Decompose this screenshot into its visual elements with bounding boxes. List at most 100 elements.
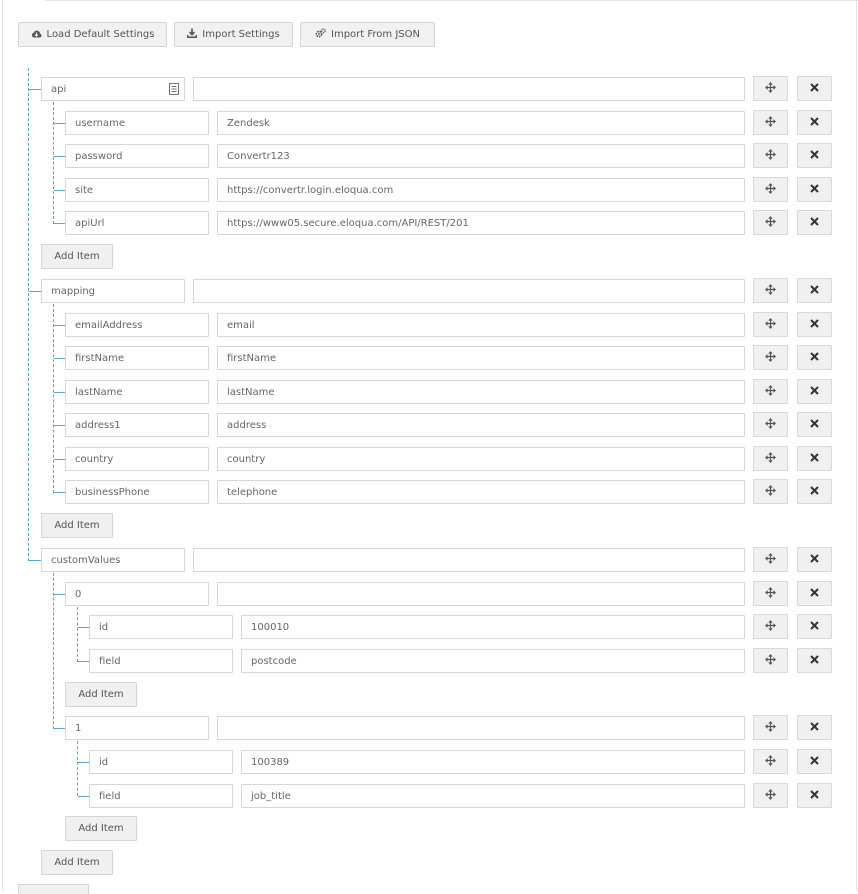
remove-button-username[interactable] [797,110,832,135]
remove-button-item-1-field[interactable] [797,783,832,808]
move-button-emailaddress[interactable] [753,312,788,337]
move-button-item-1-id[interactable] [753,749,788,774]
value-text: country [227,453,266,465]
remove-button-api[interactable] [797,76,832,101]
key-field-item-0-id[interactable]: id [89,615,233,639]
value-text: Zendesk [227,117,270,129]
add-item-button-item-1[interactable]: Add Item [65,816,137,841]
key-field-firstname[interactable]: firstName [65,346,209,370]
move-button-site[interactable] [753,177,788,202]
add-item-button-api[interactable]: Add Item [41,244,113,269]
remove-button-apiurl[interactable] [797,210,832,235]
value-field-item-0-field[interactable]: postcode [241,649,745,673]
move-button-item-1[interactable] [753,715,788,740]
move-button-mapping[interactable] [753,278,788,303]
value-field-item-1-field[interactable]: job_title [241,784,745,808]
value-field-address1[interactable]: address [217,413,745,437]
remove-button-item-1[interactable] [797,715,832,740]
download-icon [187,28,198,41]
move-button-apiurl[interactable] [753,210,788,235]
value-field-firstname[interactable]: firstName [217,346,745,370]
remove-button-item-0-field[interactable] [797,648,832,673]
value-field-item-1-id[interactable]: 100389 [241,750,745,774]
import-from-json-button[interactable]: Import From JSON [300,22,435,47]
remove-button-password[interactable] [797,143,832,168]
close-icon [810,587,819,600]
move-button-lastname[interactable] [753,379,788,404]
key-field-password[interactable]: password [65,144,209,168]
move-button-country[interactable] [753,446,788,471]
key-label: username [75,117,125,129]
key-label: firstName [75,352,125,364]
move-button-item-0-id[interactable] [753,614,788,639]
value-field-item-0[interactable] [217,582,745,606]
value-field-customvalues[interactable] [193,548,745,572]
key-field-item-1-field[interactable]: field [89,784,233,808]
move-button-businessphone[interactable] [753,479,788,504]
add-item-button-mapping[interactable]: Add Item [41,513,113,538]
remove-button-businessphone[interactable] [797,479,832,504]
move-button-username[interactable] [753,110,788,135]
value-field-username[interactable]: Zendesk [217,111,745,135]
move-button-item-0-field[interactable] [753,648,788,673]
move-button-item-1-field[interactable] [753,783,788,808]
key-field-country[interactable]: country [65,447,209,471]
key-field-username[interactable]: username [65,111,209,135]
remove-button-firstname[interactable] [797,345,832,370]
value-field-item-0-id[interactable]: 100010 [241,615,745,639]
remove-button-customvalues[interactable] [797,547,832,572]
value-field-site[interactable]: https://convertr.login.eloqua.com [217,178,745,202]
remove-button-address1[interactable] [797,412,832,437]
value-field-apiurl[interactable]: https://www05.secure.eloqua.com/API/REST… [217,211,745,235]
move-button-password[interactable] [753,143,788,168]
key-field-emailaddress[interactable]: emailAddress [65,313,209,337]
add-item-button-customvalues[interactable]: Add Item [41,850,113,875]
key-field-item-1[interactable]: 1 [65,716,209,740]
load-default-settings-button[interactable]: Load Default Settings [18,22,167,47]
close-icon [810,385,819,398]
value-text: https://convertr.login.eloqua.com [227,184,394,196]
move-button-api[interactable] [753,76,788,101]
move-button-customvalues[interactable] [753,547,788,572]
key-field-site[interactable]: site [65,178,209,202]
move-button-firstname[interactable] [753,345,788,370]
move-button-item-0[interactable] [753,581,788,606]
value-text: address [227,419,267,431]
value-field-country[interactable]: country [217,447,745,471]
remove-button-mapping[interactable] [797,278,832,303]
key-field-address1[interactable]: address1 [65,413,209,437]
remove-button-emailaddress[interactable] [797,312,832,337]
value-field-api[interactable] [193,77,745,101]
import-settings-button[interactable]: Import Settings [174,22,293,47]
move-button-address1[interactable] [753,412,788,437]
key-label: 0 [75,588,82,600]
add-item-button-item-0[interactable]: Add Item [65,682,137,707]
value-field-item-1[interactable] [217,716,745,740]
remove-button-item-0[interactable] [797,581,832,606]
remove-button-item-0-id[interactable] [797,614,832,639]
edit-icon[interactable] [169,83,179,98]
value-field-password[interactable]: Convertr123 [217,144,745,168]
add-item-label: Add Item [78,689,124,700]
key-field-item-0-field[interactable]: field [89,649,233,673]
load-default-settings-label: Load Default Settings [46,29,155,40]
key-field-mapping[interactable]: mapping [41,279,185,303]
key-field-item-1-id[interactable]: id [89,750,233,774]
remove-button-lastname[interactable] [797,379,832,404]
key-field-item-0[interactable]: 0 [65,582,209,606]
remove-button-country[interactable] [797,446,832,471]
value-field-lastname[interactable]: lastName [217,380,745,404]
value-field-businessphone[interactable]: telephone [217,480,745,504]
bottom-button-partial[interactable] [18,884,89,894]
key-field-businessphone[interactable]: businessPhone [65,480,209,504]
value-field-emailaddress[interactable]: email [217,313,745,337]
remove-button-item-1-id[interactable] [797,749,832,774]
value-field-mapping[interactable] [193,279,745,303]
key-label: mapping [51,285,96,297]
key-field-lastname[interactable]: lastName [65,380,209,404]
key-field-customvalues[interactable]: customValues [41,548,185,572]
key-field-apiurl[interactable]: apiUrl [65,211,209,235]
remove-button-site[interactable] [797,177,832,202]
move-icon [765,115,776,130]
key-field-api[interactable]: api [41,77,185,101]
